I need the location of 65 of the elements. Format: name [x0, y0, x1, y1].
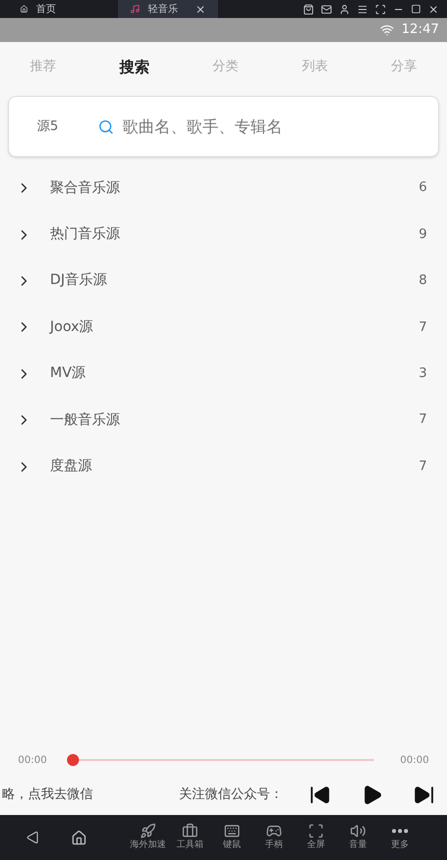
resize-icon[interactable]	[375, 4, 386, 14]
source-count: 6	[418, 179, 427, 198]
rocket-icon	[140, 822, 156, 839]
music-note-icon	[130, 4, 140, 14]
tab-label: 首页	[36, 2, 56, 16]
source-name: 度盘源	[50, 457, 92, 476]
source-count: 7	[418, 318, 427, 337]
maximize-icon[interactable]	[411, 4, 421, 14]
home-icon	[20, 3, 28, 15]
source-row[interactable]: 一般音乐源 7	[0, 396, 447, 444]
source-row[interactable]: 热门音乐源 9	[0, 211, 447, 258]
gamepad-icon	[266, 822, 282, 839]
toolbar-button[interactable]: 全屏	[295, 822, 337, 852]
source-label[interactable]: 源5	[37, 116, 58, 136]
menu-icon[interactable]	[357, 4, 368, 14]
fullscreen-icon	[308, 822, 324, 839]
source-count: 7	[418, 458, 427, 476]
close-icon[interactable]	[428, 4, 439, 14]
progress-thumb[interactable]	[66, 754, 79, 766]
previous-button[interactable]	[309, 784, 331, 806]
source-row[interactable]: 度盘源 7	[0, 443, 447, 490]
user-icon[interactable]	[339, 4, 350, 14]
search-field[interactable]: 歌曲名、歌手、专辑名	[122, 114, 410, 138]
tab-label: 轻音乐	[148, 2, 178, 16]
home-icon[interactable]	[71, 830, 87, 846]
total-time: 00:00	[400, 754, 429, 768]
more-icon	[392, 828, 408, 833]
window-tab[interactable]: 首页	[8, 0, 68, 18]
elapsed-time: 00:00	[18, 754, 47, 768]
source-row[interactable]: Joox源 7	[0, 304, 447, 351]
bag-icon[interactable]	[303, 4, 314, 14]
wifi-icon	[380, 23, 394, 37]
search-bar[interactable]: 源5 歌曲名、歌手、专辑名	[8, 96, 439, 157]
toolbox-icon	[182, 822, 198, 839]
marquee-text[interactable]: 关注微信公众号：	[179, 785, 283, 805]
source-count: 3	[418, 365, 427, 383]
volume-icon	[350, 822, 366, 839]
source-count: 8	[418, 272, 427, 290]
toolbar-button[interactable]: 工具箱	[169, 822, 211, 852]
keyboard-icon	[224, 822, 240, 839]
source-name: 热门音乐源	[50, 225, 120, 244]
source-name: DJ音乐源	[50, 271, 107, 290]
back-icon[interactable]	[26, 831, 39, 844]
toolbar-button[interactable]: 手柄	[253, 822, 295, 852]
toolbar-button[interactable]: 音量	[337, 822, 379, 852]
toolbar-button[interactable]: 海外加速	[127, 822, 169, 852]
source-name: 聚合音乐源	[50, 178, 120, 198]
marquee-text[interactable]: 略，点我去微信	[2, 785, 93, 805]
next-button[interactable]	[413, 784, 435, 806]
window-tab[interactable]: 轻音乐	[118, 0, 218, 18]
source-count: 7	[418, 411, 427, 430]
search-icon	[98, 118, 114, 134]
source-name: 一般音乐源	[50, 410, 120, 430]
source-count: 9	[418, 226, 427, 244]
source-name: MV源	[50, 364, 86, 384]
toolbar-button[interactable]: 键鼠	[211, 822, 253, 852]
clock: 12:47	[402, 21, 439, 40]
mail-icon[interactable]	[321, 4, 332, 14]
close-icon[interactable]	[195, 4, 206, 14]
source-name: Joox源	[50, 318, 94, 337]
source-row[interactable]: 聚合音乐源 6	[0, 165, 447, 212]
source-row[interactable]: MV源 3	[0, 350, 447, 397]
toolbar-button[interactable]: 更多	[379, 822, 421, 852]
source-row[interactable]: DJ音乐源 8	[0, 258, 447, 304]
tab[interactable]: 搜索	[119, 56, 150, 78]
